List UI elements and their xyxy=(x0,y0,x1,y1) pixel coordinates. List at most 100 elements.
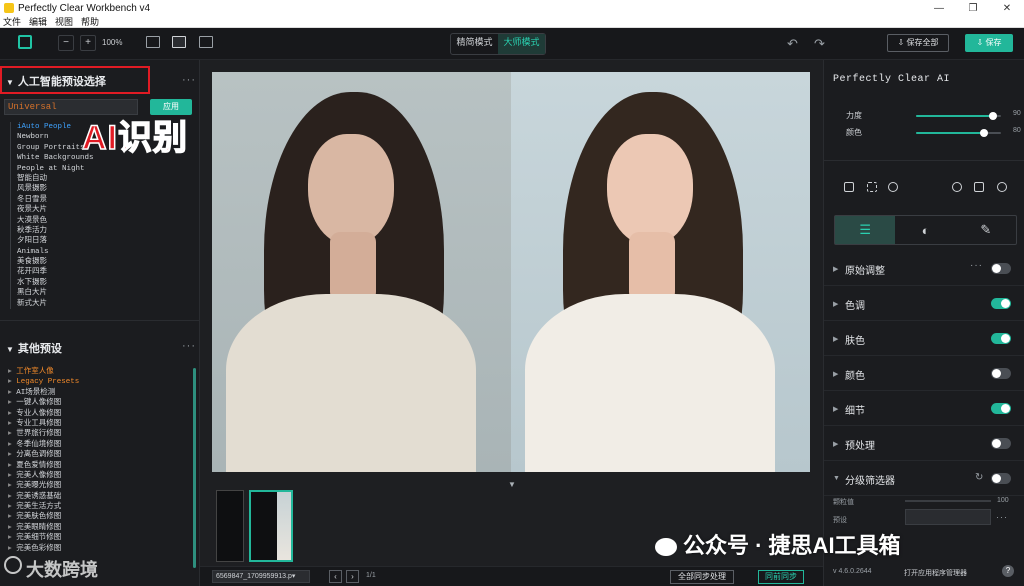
other-preset-item[interactable]: 完美生活方式 xyxy=(8,502,178,512)
expand-triangle-icon[interactable]: ▶ xyxy=(833,300,838,308)
expand-triangle-icon[interactable]: ▶ xyxy=(833,405,838,413)
single-view-icon[interactable] xyxy=(146,36,160,48)
redo-icon[interactable]: ↷ xyxy=(814,36,825,52)
other-preset-item[interactable]: 冬季仙境修图 xyxy=(8,440,178,450)
ai-preset-item[interactable]: Newborn xyxy=(17,132,160,142)
expand-triangle-icon[interactable]: ▶ xyxy=(833,265,838,273)
prev-image-button[interactable]: ‹ xyxy=(329,570,342,583)
zoom-in-button[interactable]: + xyxy=(80,35,96,51)
other-preset-item[interactable]: 专业人像修图 xyxy=(8,409,178,419)
other-preset-item[interactable]: 夏色爱情修图 xyxy=(8,461,178,471)
ai-preset-item[interactable]: iAuto People xyxy=(17,122,160,132)
tab-retouch-icon[interactable]: ✎ xyxy=(956,216,1016,244)
sync-all-button[interactable]: 全部同步处理 xyxy=(670,570,734,584)
other-preset-item[interactable]: 完美曝光修图 xyxy=(8,481,178,491)
expand-triangle-icon[interactable]: ▼ xyxy=(833,475,840,482)
other-preset-item[interactable]: 工作室人像 xyxy=(8,367,178,377)
other-preset-item[interactable]: 完美肤色修图 xyxy=(8,512,178,522)
menu-edit[interactable]: 编辑 xyxy=(29,15,47,28)
other-preset-item[interactable]: 一键人像修图 xyxy=(8,398,178,408)
undo-icon[interactable]: ↶ xyxy=(787,36,798,52)
filter-more-icon[interactable]: ··· xyxy=(996,512,1008,522)
slider-track[interactable] xyxy=(916,129,1001,137)
straighten-icon[interactable] xyxy=(844,182,854,192)
flip-vertical-icon[interactable] xyxy=(952,182,962,192)
flip-horizontal-icon[interactable] xyxy=(974,182,984,192)
next-image-button[interactable]: › xyxy=(346,570,359,583)
other-section-more-icon[interactable]: ··· xyxy=(182,340,196,352)
ai-preset-item[interactable]: People at Night xyxy=(17,164,160,174)
ai-preset-item[interactable]: Animals xyxy=(17,247,160,257)
minimize-button[interactable]: — xyxy=(922,3,956,14)
tab-adjustments-icon[interactable]: ☰ xyxy=(835,216,896,244)
after-image[interactable] xyxy=(511,72,810,472)
accordion-row[interactable]: ▼ 分级筛选器 ↻ xyxy=(824,462,1024,496)
section-toggle[interactable] xyxy=(991,438,1011,449)
save-button[interactable]: ⇩ 保存 xyxy=(965,34,1013,52)
expand-triangle-icon[interactable]: ▶ xyxy=(833,335,838,343)
other-preset-item[interactable]: 分离色调修图 xyxy=(8,450,178,460)
mode-simple-tab[interactable]: 精简模式 xyxy=(451,34,498,54)
ai-preset-item[interactable]: Group Portraits xyxy=(17,143,160,153)
ai-preset-item[interactable]: 夕阳日落 xyxy=(17,236,160,246)
mode-master-tab[interactable]: 大师模式 xyxy=(498,34,545,54)
slider-knob[interactable] xyxy=(988,112,997,120)
accordion-row[interactable]: ▶ 色调 xyxy=(824,287,1024,321)
thumbnail[interactable] xyxy=(216,490,244,562)
other-preset-item[interactable]: AI场景检测 xyxy=(8,388,178,398)
slider-knob[interactable] xyxy=(980,129,988,137)
strength-slider[interactable]: 力度 90 xyxy=(836,110,1021,122)
ai-preset-item[interactable]: 夜景大片 xyxy=(17,205,160,215)
accordion-row[interactable]: ▶ 细节 xyxy=(824,392,1024,426)
accordion-row[interactable]: ▶ 预处理 xyxy=(824,427,1024,461)
section-toggle[interactable] xyxy=(991,333,1011,344)
ai-preset-item[interactable]: 水下摄影 xyxy=(17,278,160,288)
accordion-row[interactable]: ▶ 颜色 xyxy=(824,357,1024,391)
before-image[interactable] xyxy=(212,72,511,472)
thumbnail-selected[interactable] xyxy=(249,490,293,562)
tab-color-icon[interactable]: ◐ xyxy=(895,216,955,244)
menu-view[interactable]: 视图 xyxy=(55,15,73,28)
ai-preset-item[interactable]: 新式大片 xyxy=(17,299,160,309)
other-preset-item[interactable]: 完美眼睛修图 xyxy=(8,523,178,533)
ai-preset-item[interactable]: 美食摄影 xyxy=(17,257,160,267)
face-icon[interactable] xyxy=(888,182,898,192)
filename-select[interactable]: 6569847_1709959913.p▾ xyxy=(212,570,310,583)
section-toggle[interactable] xyxy=(991,263,1011,274)
ai-preset-item[interactable]: 冬日雪景 xyxy=(17,195,160,205)
ai-preset-item[interactable]: White Backgrounds xyxy=(17,153,160,163)
expand-triangle-icon[interactable]: ▶ xyxy=(833,370,838,378)
other-preset-item[interactable]: 完美诱惑基础 xyxy=(8,492,178,502)
section-more-icon[interactable]: ··· xyxy=(970,260,983,271)
other-preset-item[interactable]: 完美色彩修图 xyxy=(8,544,178,554)
rotate-icon[interactable] xyxy=(997,182,1007,192)
close-button[interactable]: ✕ xyxy=(990,3,1024,14)
other-preset-item[interactable]: 世界旅行修图 xyxy=(8,429,178,439)
other-preset-item[interactable]: 完美细节修图 xyxy=(8,533,178,543)
split-view-icon[interactable] xyxy=(172,36,186,48)
section-toggle[interactable] xyxy=(991,403,1011,414)
other-preset-item[interactable]: Legacy Presets xyxy=(8,377,178,387)
maximize-button[interactable]: ❐ xyxy=(956,3,990,14)
ai-preset-item[interactable]: 风景摄影 xyxy=(17,184,160,194)
reset-icon[interactable]: ↻ xyxy=(975,472,983,483)
filter-preset-select[interactable] xyxy=(905,509,991,525)
menu-help[interactable]: 帮助 xyxy=(81,15,99,28)
section-toggle[interactable] xyxy=(991,298,1011,309)
accordion-row[interactable]: ▶ 原始调整 ··· xyxy=(824,252,1024,286)
ai-preset-item[interactable]: 大漠景色 xyxy=(17,216,160,226)
ai-section-header[interactable]: ▼ 人工智能预设选择 xyxy=(6,73,106,89)
ai-preset-item[interactable]: 秋季活力 xyxy=(17,226,160,236)
other-section-header[interactable]: ▼ 其他预设 xyxy=(6,340,62,356)
help-icon[interactable]: ? xyxy=(1002,565,1014,577)
open-app-manager-link[interactable]: 打开应用程序管理器 xyxy=(904,568,967,578)
accordion-row[interactable]: ▶ 肤色 xyxy=(824,322,1024,356)
slider-track[interactable] xyxy=(916,112,1001,120)
grain-slider-track[interactable] xyxy=(905,500,991,502)
ai-preset-item[interactable]: 黑白大片 xyxy=(17,288,160,298)
other-preset-item[interactable]: 专业工具修图 xyxy=(8,419,178,429)
menu-file[interactable]: 文件 xyxy=(3,15,21,28)
crop-icon[interactable] xyxy=(867,182,877,192)
compare-view-icon[interactable] xyxy=(199,36,213,48)
sync-button[interactable]: 同前同步 xyxy=(758,570,804,584)
